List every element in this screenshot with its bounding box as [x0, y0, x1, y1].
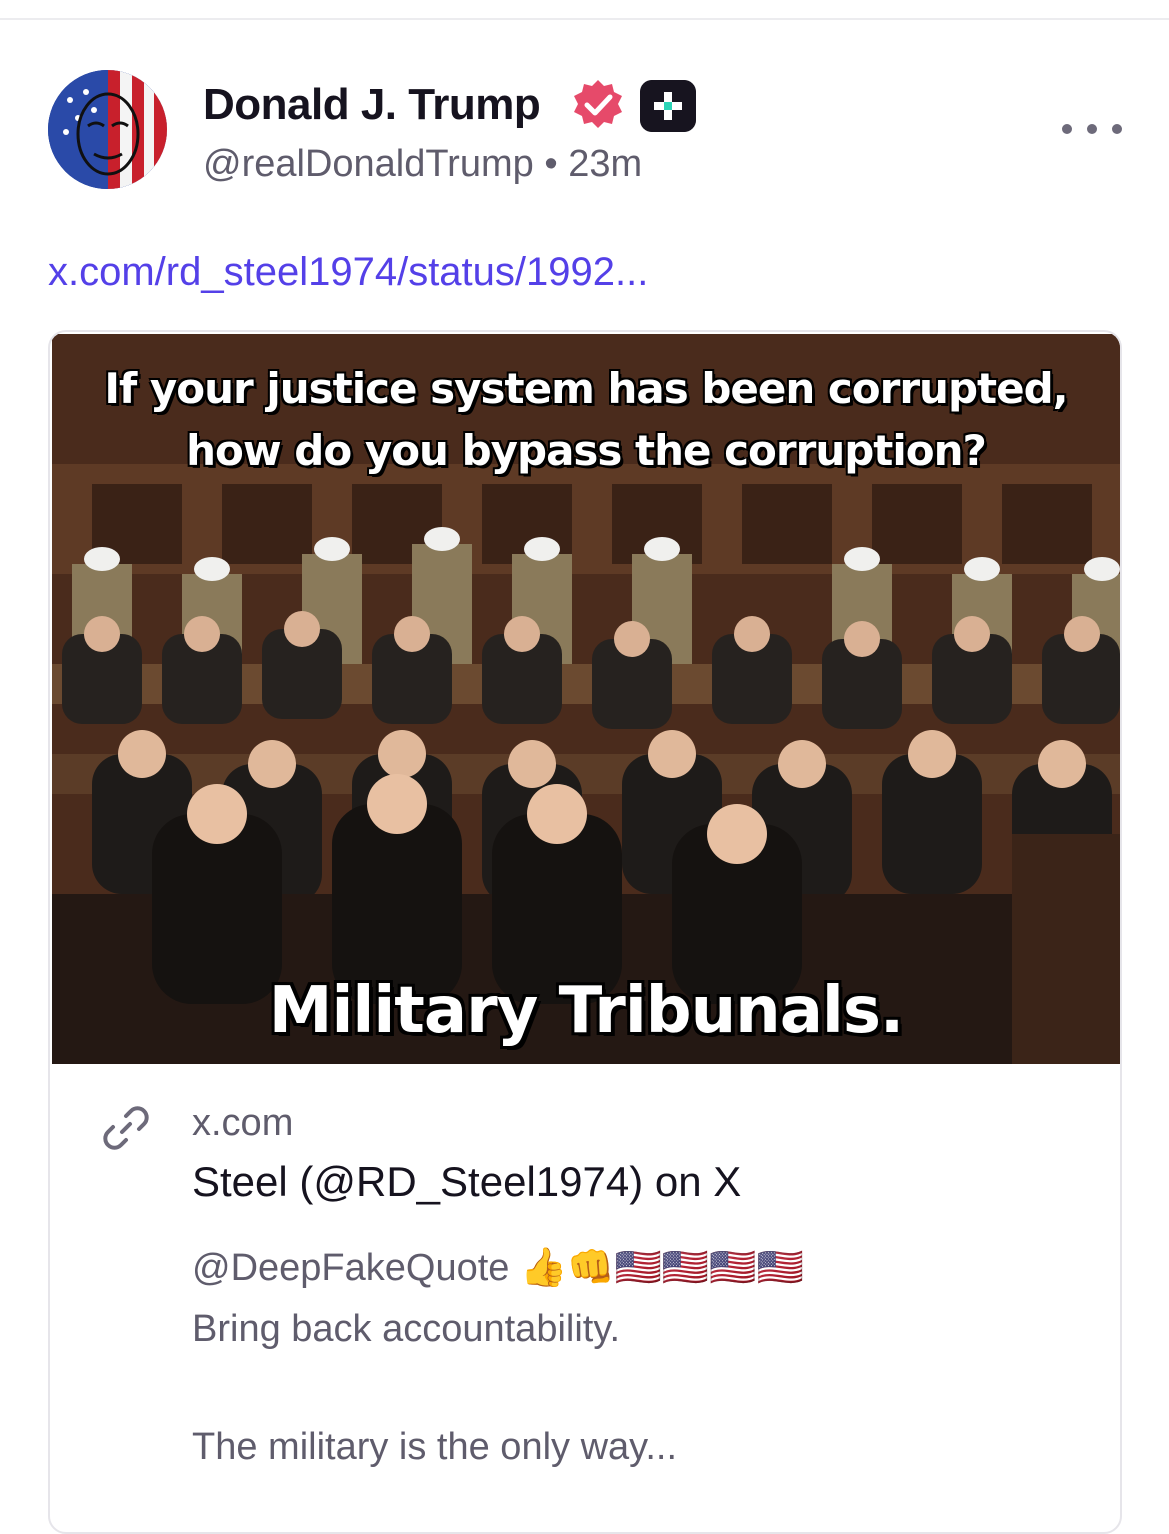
post-link[interactable]: x.com/rd_steel1974/status/1992...	[48, 250, 648, 295]
meme-top-line-1: If your justice system has been corrupte…	[104, 364, 1068, 413]
meme-bottom-text: Military Tribunals.	[268, 974, 904, 1048]
link-icon	[103, 1106, 149, 1150]
card-domain: x.com	[192, 1102, 294, 1144]
more-dot	[1087, 124, 1097, 134]
card-title[interactable]: Steel (@RD_Steel1974) on X	[192, 1158, 741, 1206]
meme-top-line-2: how do you bypass the corruption?	[186, 426, 987, 475]
card-description-line-1: Bring back accountability.	[192, 1308, 621, 1350]
card-image[interactable]: If your justice system has been corrupte…	[52, 334, 1120, 1064]
card-description-handle: @DeepFakeQuote 👍👊🇺🇸🇺🇸🇺🇸🇺🇸	[192, 1247, 804, 1289]
plus-badge-icon	[640, 80, 696, 132]
avatar[interactable]	[48, 70, 167, 189]
author-meta: @realDonaldTrump • 23m	[203, 143, 642, 186]
post-time[interactable]: 23m	[568, 143, 642, 185]
card-description-line-2: The military is the only way...	[192, 1426, 678, 1468]
meme-top-text: If your justice system has been corrupte…	[52, 358, 1120, 482]
more-dot	[1112, 124, 1122, 134]
more-options-icon[interactable]	[1062, 112, 1122, 146]
meta-separator: •	[544, 143, 558, 185]
author-handle[interactable]: @realDonaldTrump	[203, 143, 534, 185]
link-preview-card[interactable]: If your justice system has been corrupte…	[48, 330, 1122, 1534]
more-dot	[1062, 124, 1072, 134]
author-name[interactable]: Donald J. Trump	[203, 80, 541, 130]
top-divider	[0, 18, 1169, 20]
verified-badge-icon	[574, 80, 622, 128]
